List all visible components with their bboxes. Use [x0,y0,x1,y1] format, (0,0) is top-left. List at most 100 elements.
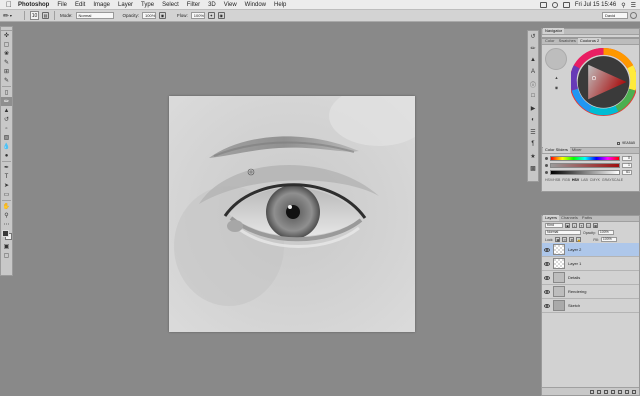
layer-row[interactable]: Sketch [542,299,639,313]
menu-3d[interactable]: 3D [208,2,216,8]
actions-icon[interactable]: ▶ [528,103,538,113]
pixel-filter-icon[interactable]: ▣ [565,223,570,228]
histogram-icon[interactable]: □ [528,91,538,101]
lock-position-icon[interactable]: ✜ [569,237,575,242]
brightness-slider[interactable] [550,170,620,175]
kind-filter-select[interactable]: Kind [545,223,563,228]
quick-select-tool-icon[interactable]: ✎ [1,58,12,67]
dodge-tool-icon[interactable]: ● [1,151,12,160]
menu-help[interactable]: Help [274,2,286,8]
brush-size-picker[interactable]: 10 [30,11,39,20]
menu-filter[interactable]: Filter [187,2,200,8]
hex-code[interactable]: 9EA5A5 [622,141,635,145]
character-icon[interactable]: A [528,67,538,77]
healing-tool-icon[interactable]: ▯ [1,88,12,97]
brush-tool-icon[interactable]: ✏ [1,97,12,106]
menu-app-name[interactable]: Photoshop [18,2,49,8]
styles-icon[interactable]: ★ [528,151,538,161]
eraser-tool-icon[interactable]: ▫ [1,124,12,133]
tab-coolorus[interactable]: Coolorus 2 [577,38,602,44]
eye-icon[interactable] [544,289,550,294]
brightness-value[interactable]: 61 [622,170,632,175]
gamut-icon[interactable] [617,141,621,145]
opacity-field[interactable]: 100% [142,12,157,19]
airbrush-icon[interactable]: ✦ [207,12,215,19]
tab-mixer[interactable]: Mixer [570,147,584,153]
mode-cmyk[interactable]: CMYK [590,178,600,182]
notification-icon[interactable]: ☰ [631,2,636,9]
layer-row[interactable]: Details [542,271,639,285]
menu-type[interactable]: Type [141,2,154,8]
brush-presets-icon[interactable]: ✏ [528,43,538,53]
clone-source-icon[interactable]: ▲ [528,55,538,65]
mode-hsvhsb[interactable]: HSV/HSB [545,178,560,182]
move-tool-icon[interactable]: ✜ [1,31,12,40]
history-icon[interactable]: ↺ [528,31,538,41]
lock-all-icon[interactable]: 🔒 [576,237,582,242]
zoom-tool-icon[interactable]: ⚲ [1,211,12,220]
tab-paths[interactable]: Paths [580,215,594,221]
layer-name[interactable]: Rendering [568,289,586,294]
eye-icon[interactable] [544,261,550,266]
mode-hsv[interactable]: HSV [572,178,579,182]
layer-name[interactable]: Layer 2 [568,247,581,252]
hand-tool-icon[interactable]: ✋ [1,202,12,211]
crop-tool-icon[interactable]: ⊞ [1,67,12,76]
pen-tool-icon[interactable]: ✒ [1,163,12,172]
tab-color[interactable]: Color [543,38,557,44]
layer-row[interactable]: Layer 2 [542,243,639,257]
adjust-filter-icon[interactable]: ◐ [572,223,577,228]
menu-file[interactable]: File [57,2,67,8]
foreground-color[interactable] [2,230,9,237]
layer-name[interactable]: Sketch [568,303,580,308]
quick-mask-icon[interactable]: ▣ [1,242,12,251]
menu-layer[interactable]: Layer [118,2,133,8]
layer-name[interactable]: Layer 1 [568,261,581,266]
apple-icon[interactable]:  [6,0,12,9]
layer-opacity-field[interactable]: 100% [597,230,614,235]
hue-value[interactable]: 0 [622,156,632,161]
saturation-value[interactable]: 1 [622,163,632,168]
menu-view[interactable]: View [224,2,237,8]
layer-row[interactable]: Rendering [542,285,639,299]
current-color-preview[interactable] [545,48,568,70]
menu-window[interactable]: Window [245,2,266,8]
new-layer-icon[interactable] [625,389,629,394]
flow-field[interactable]: 100% [190,12,205,19]
eye-icon[interactable] [544,303,550,308]
pressure-size-icon[interactable]: ◉ [217,12,225,19]
timemachine-icon[interactable] [551,2,558,8]
clone-stamp-tool-icon[interactable]: ▲ [1,106,12,115]
adjustments-icon[interactable]: ◐ [528,115,538,125]
blur-tool-icon[interactable]: 💧 [1,142,12,151]
history-brush-tool-icon[interactable]: ↺ [1,115,12,124]
link-layers-icon[interactable] [590,389,594,394]
workspace-icon[interactable] [630,12,637,19]
blend-mode-select[interactable]: Normal [545,230,581,235]
shape-tool-icon[interactable]: ▭ [1,190,12,199]
eyedropper-tool-icon[interactable]: ✎ [1,76,12,85]
mode-lab[interactable]: LAB [581,178,588,182]
eye-icon[interactable] [544,275,550,280]
paragraph-icon[interactable]: ¶ [528,139,538,149]
type-tool-icon[interactable]: T [1,172,12,181]
eye-icon[interactable] [544,247,550,252]
lasso-tool-icon[interactable]: ❀ [1,49,12,58]
info-icon[interactable]: ⓘ [528,79,538,89]
trash-icon[interactable] [632,389,636,394]
menu-select[interactable]: Select [162,2,179,8]
tool-preset-picker[interactable]: ✏ ▾ [3,11,19,20]
lock-pixels-icon[interactable]: ✏ [562,237,568,242]
workspace-select[interactable]: David [602,12,628,19]
adjustment-layer-icon[interactable] [611,389,615,394]
more-tools-icon[interactable]: ⋯ [1,220,12,229]
properties-icon[interactable]: ☰ [528,127,538,137]
saturation-slider[interactable] [550,163,620,168]
tab-channels[interactable]: Channels [559,215,580,221]
timeline-icon[interactable]: ▩ [528,163,538,173]
tab-layers[interactable]: Layers [543,215,560,221]
color-swatches[interactable] [1,229,12,242]
menu-edit[interactable]: Edit [75,2,85,8]
color-wheel[interactable] [570,48,636,116]
screen-mode-icon[interactable]: ▢ [1,251,12,260]
